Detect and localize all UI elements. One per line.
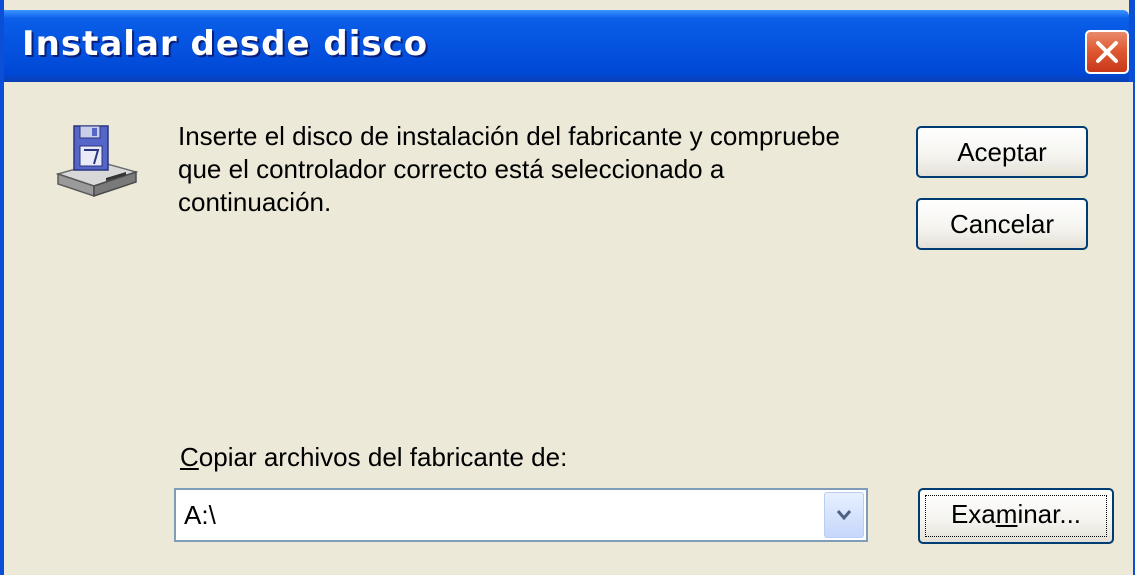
label-text: opiar archivos del fabricante de: [198,442,568,472]
title-bar[interactable]: Instalar desde disco [4,10,1129,82]
mnemonic-letter: C [180,442,199,472]
chevron-down-icon [836,510,852,521]
browse-button[interactable]: Examinar... [918,488,1114,544]
instruction-message: Inserte el disco de instalación del fabr… [178,120,878,219]
accept-button[interactable]: Aceptar [916,126,1088,178]
copy-from-label: Copiar archivos del fabricante de: [180,442,567,473]
message-line: continuación. [178,187,332,217]
message-line: Inserte el disco de instalación del fabr… [178,121,840,151]
install-from-disk-dialog: Instalar desde disco Inserte el disco de… [0,0,1135,575]
dialog-body: Inserte el disco de instalación del fabr… [8,82,1133,575]
cancel-button[interactable]: Cancelar [916,198,1088,250]
close-button[interactable] [1085,30,1129,74]
focus-ring [925,495,1107,537]
dropdown-button[interactable] [824,492,864,538]
floppy-disk-drive-icon [55,125,139,198]
window-title: Instalar desde disco [22,24,429,64]
close-icon [1096,41,1118,63]
copy-from-combobox[interactable]: A:\ [174,488,868,542]
message-line: que el controlador correcto está selecci… [178,154,725,184]
copy-from-path-input[interactable]: A:\ [184,500,216,531]
